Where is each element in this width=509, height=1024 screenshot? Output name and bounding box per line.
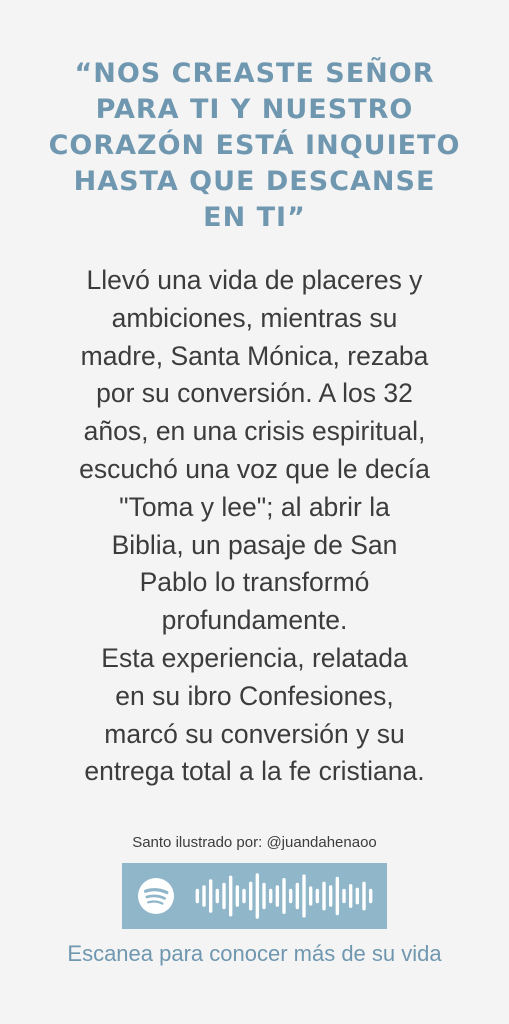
code-bar (222, 882, 226, 910)
code-bar (202, 885, 206, 907)
quote-line: hasta que descanse (73, 166, 436, 197)
code-bar (342, 888, 346, 904)
scan-caption: Escanea para conocer más de su vida (67, 941, 442, 966)
code-bar (308, 886, 313, 906)
biography-line: Esta experiencia, relatada (101, 642, 408, 673)
code-bar (335, 876, 340, 916)
spotify-code[interactable] (122, 863, 387, 929)
biography-line: escuchó una voz que le decía (79, 453, 430, 484)
code-bar (348, 884, 353, 908)
biography-line: marcó su conversión y su (104, 718, 405, 749)
biography-line: por su conversión. A los 32 (96, 378, 413, 409)
code-bar (268, 888, 273, 904)
code-bar (208, 879, 213, 913)
biography-line: ambiciones, mientras su (111, 302, 398, 333)
code-bar (315, 888, 320, 904)
code-bar (302, 874, 306, 918)
code-bar (255, 873, 260, 919)
biography-line: Biblia, un pasaje de San (111, 529, 398, 560)
illustrator-credit: Santo ilustrado por: @juandahenaoo (132, 834, 377, 851)
code-bar (362, 881, 366, 911)
biography-line: profundamente. (161, 605, 348, 636)
code-bar (262, 882, 266, 910)
quote-line: “Nos creaste Señor (74, 58, 435, 89)
code-bar (215, 888, 220, 904)
code-bar (288, 888, 293, 904)
saint-card: “Nos creaste Señor para ti y nuestro cor… (0, 0, 509, 1024)
code-bar (368, 888, 373, 904)
code-bar (275, 885, 280, 907)
biography-line: "Toma y lee"; al abrir la (119, 491, 390, 522)
spotify-code-bars (195, 873, 373, 919)
biography-line: años, en una crisis espiritual, (83, 416, 426, 447)
code-bar (355, 887, 360, 905)
code-bar (195, 888, 200, 904)
code-bar (228, 875, 233, 917)
quote-line: corazón está inquieto (48, 130, 461, 161)
biography-text: Llevó una vida de placeres y ambiciones,… (15, 262, 494, 791)
code-bar (328, 885, 333, 907)
biography-line: en su ibro Confesiones, (115, 680, 394, 711)
spotify-icon (138, 878, 174, 914)
quote-heading: “Nos creaste Señor para ti y nuestro cor… (20, 56, 489, 236)
biography-line: Pablo lo transformó (139, 567, 370, 598)
biography-line: entrega total a la fe cristiana. (84, 756, 425, 787)
code-bar (248, 881, 253, 911)
code-bar (242, 888, 246, 904)
biography-line: madre, Santa Mónica, rezaba (80, 340, 429, 371)
code-bar (235, 885, 240, 907)
code-bar (322, 881, 326, 911)
code-bar (282, 878, 286, 914)
quote-line: para ti y nuestro (95, 94, 414, 125)
biography-line: Llevó una vida de placeres y (86, 265, 423, 295)
quote-line: en ti” (203, 202, 306, 233)
code-bar (295, 882, 300, 910)
